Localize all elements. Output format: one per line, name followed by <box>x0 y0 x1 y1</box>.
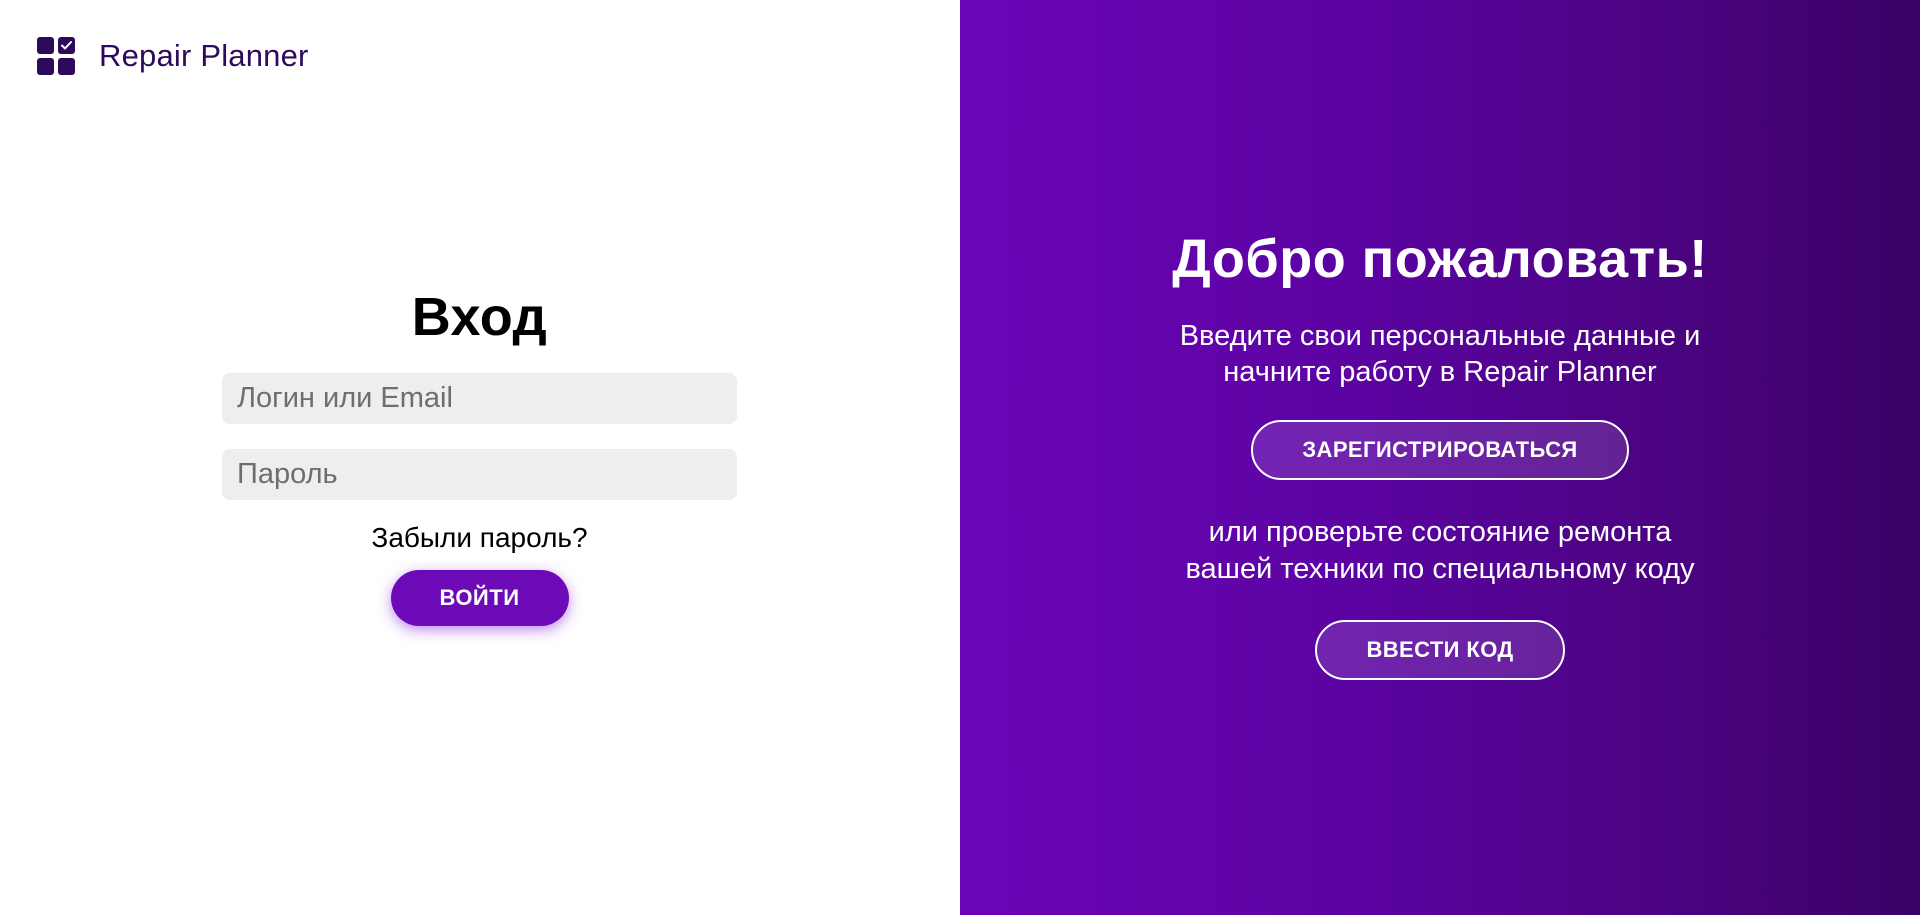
page: Repair Planner Вход Забыли пароль? ВОЙТИ… <box>0 0 1920 915</box>
welcome-title: Добро пожаловать! <box>1172 229 1708 289</box>
login-button[interactable]: ВОЙТИ <box>390 570 569 626</box>
password-input[interactable] <box>222 449 737 500</box>
forgot-password-link[interactable]: Забыли пароль? <box>371 521 587 555</box>
login-form: Вход Забыли пароль? ВОЙТИ <box>222 283 737 626</box>
register-button[interactable]: ЗАРЕГИСТРИРОВАТЬСЯ <box>1251 420 1629 480</box>
enter-code-button[interactable]: ВВЕСТИ КОД <box>1315 620 1565 680</box>
dashboard-grid-check-icon <box>37 37 75 75</box>
login-email-input[interactable] <box>222 373 737 424</box>
check-status-text: или проверьте состояние ремонта вашей те… <box>1185 516 1695 585</box>
welcome-panel: Добро пожаловать! Введите свои персональ… <box>960 0 1920 915</box>
welcome-text: Введите свои персональные данные и начни… <box>1179 320 1701 388</box>
welcome-block: Добро пожаловать! Введите свои персональ… <box>960 224 1920 680</box>
brand-name: Repair Planner <box>99 38 309 73</box>
brand[interactable]: Repair Planner <box>37 37 309 75</box>
login-title: Вход <box>411 287 548 347</box>
login-panel: Repair Planner Вход Забыли пароль? ВОЙТИ <box>0 0 960 915</box>
